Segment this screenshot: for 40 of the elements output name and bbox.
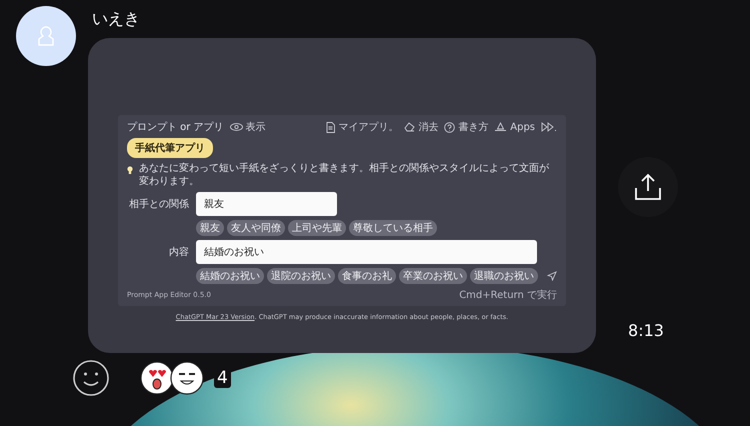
input-field[interactable]: 親友 <box>196 192 337 216</box>
share-icon <box>633 172 663 202</box>
description-text: あなたに変わって短い手紙をざっくりと書きます。相手との関係やスタイルによって文面が変わります。 <box>139 162 550 188</box>
lightbulb-icon <box>127 166 133 175</box>
eye-icon <box>230 123 243 131</box>
forward-icon <box>541 122 557 132</box>
suggestion-chip[interactable]: 友人や同僚 <box>227 220 285 236</box>
field-label: 内容 <box>168 246 189 259</box>
suggestion-chip[interactable]: 親友 <box>196 220 224 236</box>
view-button[interactable]: 表示 <box>230 120 266 134</box>
send-icon[interactable] <box>547 271 557 281</box>
heart-eyes-face-icon <box>140 361 174 395</box>
suggestion-chip[interactable]: 退職のお祝い <box>470 268 538 284</box>
suggestion-chip[interactable]: 上司や先輩 <box>288 220 346 236</box>
toolbar-button[interactable]: 書き方 <box>444 120 488 134</box>
suggestion-chip[interactable]: 食事のお礼 <box>338 268 396 284</box>
hat-icon <box>494 122 508 132</box>
suggestion-chip[interactable]: 退院のお祝い <box>267 268 335 284</box>
grinning-face-icon <box>170 361 204 395</box>
help-icon <box>444 122 456 132</box>
field-label: 相手との関係 <box>128 198 189 211</box>
input-field[interactable]: 結婚のお祝い <box>196 240 537 264</box>
sender-name: いえき <box>92 8 141 30</box>
eraser-icon <box>404 122 416 132</box>
suggestion-chip[interactable]: 卒業のお祝い <box>399 268 467 284</box>
shortcut-hint: Cmd+Return で実行 <box>459 288 557 302</box>
suggestion-chip[interactable]: 結婚のお祝い <box>196 268 264 284</box>
reactions-button[interactable]: 4 <box>140 361 231 395</box>
toolbar-button[interactable] <box>541 122 557 132</box>
emoji-button[interactable] <box>72 359 110 397</box>
panel-title: プロンプト or アプリ <box>127 120 224 134</box>
toolbar-button[interactable]: Apps <box>494 122 535 132</box>
reaction-count: 4 <box>214 368 231 388</box>
toolbar-button[interactable]: 消去 <box>404 120 438 134</box>
message-time: 8:13 <box>628 321 664 340</box>
app-badge: 手紙代筆アプリ <box>127 138 213 158</box>
smiley-icon <box>72 359 110 397</box>
suggestion-chip[interactable]: 尊敬している相手 <box>349 220 437 236</box>
document-icon <box>326 122 336 132</box>
toolbar-button[interactable]: マイアプリ。 <box>326 120 398 134</box>
